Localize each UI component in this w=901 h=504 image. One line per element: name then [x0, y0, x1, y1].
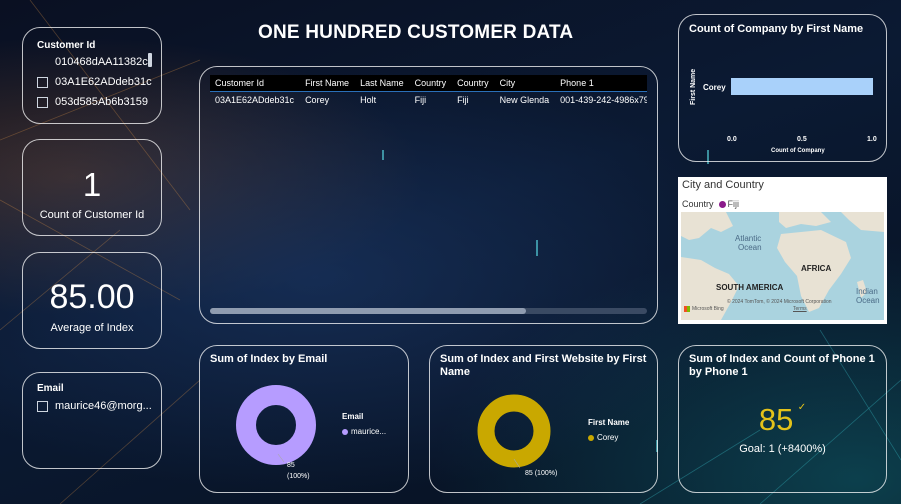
kpi-value: 85.00 [49, 278, 135, 316]
legend-dot-icon [588, 434, 594, 441]
column-header[interactable]: Customer Id [210, 75, 301, 92]
slicer-item[interactable]: maurice46@morg... [37, 400, 152, 412]
category-label: Corey [703, 83, 726, 92]
slicer-item[interactable]: 010468dAA11382c [37, 56, 148, 68]
slicer-item[interactable]: 053d585Ab6b3159 [37, 96, 148, 108]
donut-chart: 85 (100%) [236, 385, 316, 480]
index-by-first-name-chart: Sum of Index and First Website by First … [429, 345, 658, 493]
slicer-header: Customer Id [37, 40, 96, 51]
data-label: 85 [287, 462, 295, 469]
donut-slice[interactable] [236, 385, 316, 465]
checkbox-icon[interactable] [37, 400, 48, 412]
column-header[interactable]: Country [409, 75, 453, 92]
column-header[interactable]: Last Name [355, 75, 410, 92]
map-attribution: © 2024 TomTom, © 2024 Microsoft Corporat… [727, 299, 832, 305]
count-customer-card: 1 Count of Customer Id [22, 139, 162, 236]
map-title: City and Country [682, 179, 764, 191]
kpi-value: 1 [82, 166, 102, 203]
map-label: Atlantic [735, 234, 762, 243]
data-table: Customer Id First Name Last Name Country… [210, 75, 647, 108]
slicer-item[interactable]: 03A1E62ADdeb31c [37, 76, 152, 88]
page-title: ONE HUNDRED CUSTOMER DATA [258, 22, 574, 43]
column-header[interactable]: Country [452, 75, 495, 92]
scrollbar-thumb[interactable] [210, 308, 526, 314]
legend-dot-icon [342, 428, 348, 435]
legend-title: Email [342, 412, 364, 421]
column-header[interactable]: City [494, 75, 556, 92]
legend-item[interactable]: Corey [588, 433, 618, 442]
map-label: SOUTH AMERICA [716, 283, 784, 292]
table-row[interactable]: 03A1E62ADdeb31c Corey Holt Fiji Fiji New… [210, 91, 647, 109]
city-country-map: City and Country Country Fiji Atlantic O… [678, 177, 887, 324]
map-label: Ocean [856, 296, 880, 305]
column-header[interactable]: Phone 1 [555, 75, 647, 92]
slicer-scrollbar[interactable] [148, 53, 152, 67]
microsoft-logo-icon [684, 306, 690, 312]
table-cell: Fiji [414, 95, 427, 105]
bing-logo: Microsoft Bing [684, 306, 724, 312]
company-by-name-chart: Count of Company by First Name First Nam… [678, 14, 887, 162]
map-label: Indian [856, 287, 878, 296]
map-label: Ocean [738, 243, 762, 252]
table-cell: Corey [305, 95, 330, 105]
legend-item[interactable]: maurice... [342, 427, 386, 436]
kpi-label: Count of Customer Id [39, 209, 145, 221]
checkbox-icon[interactable] [37, 76, 48, 88]
tick-label: 1.0 [867, 136, 877, 143]
average-index-card: 85.00 Average of Index [22, 252, 162, 349]
kpi-value: 85 [758, 402, 794, 437]
column-header[interactable]: First Name [300, 75, 356, 92]
kpi-label: Average of Index [50, 322, 134, 334]
data-label-pct: (100%) [287, 473, 310, 480]
kpi-goal: Goal: 1 (+8400%) [739, 443, 826, 455]
data-label: 85 (100%) [525, 470, 557, 477]
bar-chart: First Name Corey 0.0 0.5 1.0 Count of Co… [690, 69, 877, 154]
index-phone-kpi: Sum of Index and Count of Phone 1 by Pho… [678, 345, 887, 493]
bar[interactable] [731, 78, 873, 95]
customer-id-slicer: Customer Id 010468dAA11382c 03A1E62ADdeb… [22, 27, 162, 124]
index-by-email-chart: Sum of Index by Email 85 (100%) Email ma… [199, 345, 409, 493]
donut-slice[interactable] [477, 394, 551, 468]
checkbox-icon[interactable] [37, 96, 48, 108]
table-cell: Holt [360, 95, 377, 105]
map-label: AFRICA [801, 264, 832, 273]
x-axis-label: Count of Company [771, 148, 825, 154]
map-terms-link[interactable]: Terms [793, 306, 807, 312]
check-icon: ✓ [797, 402, 807, 413]
legend-title: First Name [588, 418, 630, 427]
email-slicer: Email maurice46@morg... [22, 372, 162, 469]
horizontal-scrollbar[interactable] [210, 308, 647, 314]
table-cell: Fiji [457, 95, 469, 105]
tick-label: 0.5 [797, 136, 807, 143]
customer-table: Customer Id First Name Last Name Country… [199, 66, 658, 324]
map-canvas[interactable]: Atlantic Ocean AFRICA SOUTH AMERICA Indi… [681, 212, 884, 320]
table-cell: 001-439-242-4986x7918 [560, 95, 647, 105]
legend-dot-icon [718, 200, 726, 208]
table-cell: 03A1E62ADdeb31c [215, 95, 295, 105]
table-cell: New Glenda [499, 95, 550, 105]
kpi-value-wrap: 85 ✓ [679, 402, 886, 438]
map-legend: Country Fiji [682, 199, 740, 209]
slicer-header: Email [37, 383, 64, 394]
visual-title: Sum of Index and Count of Phone 1 by Pho… [689, 353, 875, 378]
y-axis-label: First Name [690, 69, 697, 105]
tick-label: 0.0 [727, 136, 737, 143]
